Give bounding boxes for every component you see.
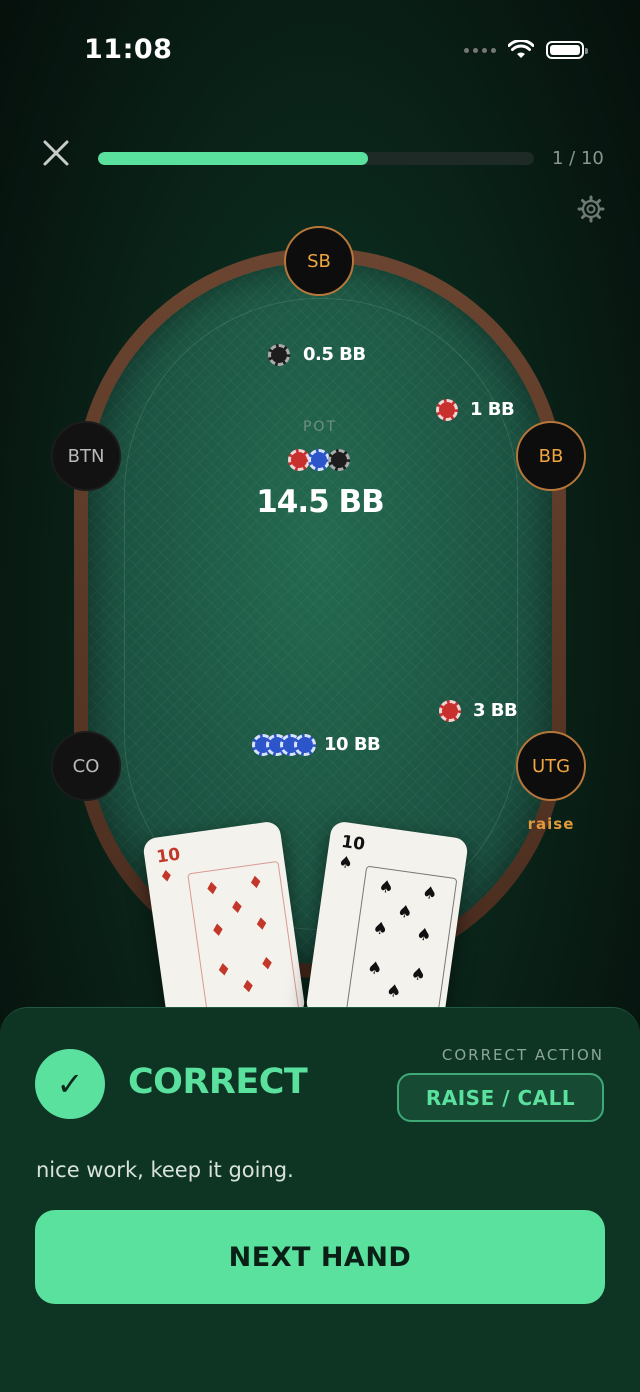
seat-label: SB (307, 250, 331, 272)
diamond-icon: ♦ (158, 865, 175, 887)
result-title: CORRECT (128, 1062, 308, 1102)
correct-action-badge: RAISE / CALL (397, 1073, 604, 1122)
seat-utg[interactable]: UTG (516, 731, 586, 801)
pot-amount: 14.5 BB (256, 484, 385, 520)
settings-button[interactable] (577, 195, 605, 223)
progress-bar (98, 152, 534, 165)
chip-icon (268, 344, 290, 366)
diamond-icon: ♦ (209, 919, 228, 942)
utg-action-label: raise (527, 815, 575, 833)
status-time: 11:08 (84, 34, 173, 65)
card-rank: 10 (155, 844, 182, 868)
spade-icon: ♠ (414, 924, 433, 947)
check-glyph: ✓ (56, 1065, 84, 1103)
diamond-icon: ♦ (228, 897, 247, 919)
wifi-icon (508, 40, 534, 58)
spade-icon: ♠ (371, 918, 390, 941)
hero-bet: 10 BB (324, 734, 381, 755)
gear-icon (577, 195, 605, 223)
seat-label: CO (72, 755, 100, 777)
progress-fill (98, 152, 369, 165)
spade-icon: ♠ (395, 901, 414, 924)
chip-icon (294, 734, 316, 756)
correct-action-label: CORRECT ACTION (441, 1046, 604, 1064)
chip-icon (328, 449, 350, 471)
spade-icon: ♠ (409, 963, 428, 986)
diamond-icon: ♦ (258, 953, 277, 976)
seat-label: BTN (67, 445, 105, 467)
seat-sb[interactable]: SB (284, 226, 354, 296)
chip-icon (308, 449, 330, 471)
status-icons (464, 40, 588, 60)
bb-bet: 1 BB (470, 399, 515, 420)
hole-card-1: 10 ♦ ♦ ♦ ♦ ♦ ♦ ♦ ♦ ♦ (142, 820, 306, 1034)
diamond-icon: ♦ (214, 959, 233, 982)
diamond-icon: ♦ (203, 878, 222, 901)
next-hand-label: NEXT HAND (228, 1241, 412, 1273)
diamond-icon: ♦ (252, 913, 271, 936)
battery-icon (546, 41, 588, 59)
feedback-text: nice work, keep it going. (36, 1158, 294, 1182)
close-button[interactable] (40, 137, 72, 169)
spade-icon: ♠ (384, 980, 403, 1003)
signal-dots-icon (464, 47, 496, 53)
sb-bet: 0.5 BB (303, 344, 366, 365)
next-hand-button[interactable]: NEXT HAND (35, 1210, 605, 1304)
spade-icon: ♠ (420, 882, 439, 905)
check-icon: ✓ (35, 1049, 105, 1119)
seat-label: BB (538, 445, 564, 467)
card-pip-frame: ♠ ♠ ♠ ♠ ♠ ♠ ♠ ♠ (345, 865, 458, 1029)
diamond-icon: ♦ (246, 872, 265, 895)
utg-bet: 3 BB (473, 700, 518, 721)
hole-card-2: 10 ♠ ♠ ♠ ♠ ♠ ♠ ♠ ♠ ♠ (305, 820, 469, 1034)
chip-icon (436, 399, 458, 421)
pot-label: POT (302, 419, 337, 435)
spade-icon: ♠ (365, 957, 384, 980)
seat-btn[interactable]: BTN (51, 421, 121, 491)
card-pip-frame: ♦ ♦ ♦ ♦ ♦ ♦ ♦ ♦ (187, 860, 300, 1025)
progress-text: 1 / 10 (552, 148, 604, 169)
chip-icon (439, 700, 461, 722)
close-icon (43, 140, 69, 166)
seat-label: UTG (531, 755, 571, 777)
spade-icon: ♠ (377, 876, 396, 899)
spade-icon: ♠ (337, 851, 355, 873)
diamond-icon: ♦ (239, 976, 258, 999)
seat-bb[interactable]: BB (516, 421, 586, 491)
chip-icon (288, 449, 310, 471)
seat-co[interactable]: CO (51, 731, 121, 801)
